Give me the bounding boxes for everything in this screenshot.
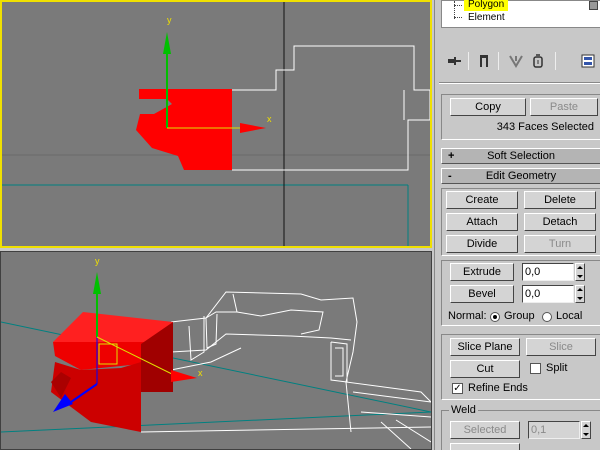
detach-button[interactable]: Detach	[524, 213, 596, 231]
extrude-bevel-box: Extrude 0,0 Bevel 0,0 Normal: Group Loca…	[441, 260, 600, 326]
weld-group-label: Weld	[449, 404, 478, 416]
wireframe-mesh	[140, 291, 431, 449]
bevel-button[interactable]: Bevel	[450, 285, 514, 303]
delete-button[interactable]: Delete	[524, 191, 596, 209]
selection-clipboard-box: Copy Paste 343 Faces Selected	[441, 94, 600, 140]
create-button[interactable]: Create	[446, 191, 518, 209]
rollout-edit-geometry[interactable]: - Edit Geometry	[441, 168, 600, 184]
spinner-arrows[interactable]	[575, 285, 585, 303]
weld-group-box: Selected 0,1	[441, 410, 600, 450]
modifier-stack-toolbar	[443, 50, 599, 74]
make-unique-icon[interactable]	[505, 50, 527, 72]
weld-threshold-input[interactable]: 0,1	[528, 421, 580, 439]
normal-group-radio[interactable]	[490, 312, 500, 322]
viewport-perspective-scene: y x	[1, 256, 431, 449]
rollout-title: Edit Geometry	[485, 170, 557, 182]
refine-ends-label: Refine Ends	[468, 382, 528, 394]
gizmo-x-arrow-icon[interactable]	[240, 123, 266, 133]
toolbar-separator	[555, 52, 556, 70]
extrude-button[interactable]: Extrude	[450, 263, 514, 281]
rollout-soft-selection[interactable]: + Soft Selection	[441, 148, 600, 164]
gizmo-y-arrow-icon[interactable]	[93, 272, 101, 294]
pin-stack-icon[interactable]	[443, 50, 465, 72]
panel-divider	[439, 82, 600, 84]
weld-target-button[interactable]	[450, 443, 520, 450]
selection-status-text: 343 Faces Selected	[496, 121, 594, 133]
spinner-arrows[interactable]	[575, 263, 585, 281]
attach-button[interactable]: Attach	[446, 213, 518, 231]
normal-group-label: Group	[504, 310, 535, 322]
gizmo-x-label: x	[198, 368, 203, 378]
paste-button[interactable]: Paste	[530, 98, 598, 116]
normal-local-radio[interactable]	[542, 312, 552, 322]
slice-plane-button[interactable]: Slice Plane	[450, 338, 520, 356]
command-panel: Polygon Element Copy Paste 343 Faces Sel…	[434, 0, 600, 450]
gizmo-y-label: y	[95, 256, 100, 266]
viewport-perspective[interactable]: y x	[0, 251, 432, 450]
gizmo-x-label: x	[267, 114, 272, 124]
rollout-title: Soft Selection	[487, 150, 555, 162]
toolbar-separator	[498, 52, 499, 70]
viewport-top-scene: y x	[2, 2, 430, 246]
slice-button[interactable]: Slice	[526, 338, 596, 356]
edit-geometry-box: Create Delete Attach Detach Divide Turn	[441, 188, 600, 256]
wireframe-outline	[232, 45, 430, 171]
configure-modifier-sets-icon[interactable]	[577, 50, 599, 72]
copy-button[interactable]: Copy	[450, 98, 526, 116]
remove-modifier-icon[interactable]	[527, 50, 549, 72]
toolbar-separator	[468, 52, 469, 70]
gizmo-y-arrow-icon[interactable]	[163, 32, 171, 54]
turn-button[interactable]: Turn	[524, 235, 596, 253]
refine-ends-checkbox[interactable]: ✓	[452, 383, 463, 394]
slice-cut-box: Slice Plane Slice Cut Split ✓ Refine End…	[441, 334, 600, 400]
extrude-amount-input[interactable]: 0,0	[522, 263, 574, 281]
selected-faces[interactable]	[136, 89, 232, 170]
cut-button[interactable]: Cut	[450, 360, 520, 378]
tree-connector	[454, 17, 462, 18]
bevel-amount-input[interactable]: 0,0	[522, 285, 574, 303]
viewport-top[interactable]: y x	[0, 0, 432, 248]
tree-connector	[454, 5, 462, 6]
gizmo-x-arrow-icon[interactable]	[171, 370, 197, 382]
grid-teal-line-2	[1, 411, 431, 433]
gizmo-y-label: y	[167, 15, 172, 25]
normal-local-label: Local	[556, 310, 583, 322]
sub-object-tree: Polygon Element	[441, 0, 600, 28]
show-end-result-icon[interactable]	[473, 50, 495, 72]
split-checkbox[interactable]	[530, 363, 541, 374]
divide-button[interactable]: Divide	[446, 235, 518, 253]
tree-item-element[interactable]: Element	[464, 12, 509, 24]
normal-label: Normal:	[448, 310, 487, 322]
tree-scroll-button[interactable]	[589, 1, 598, 10]
tree-item-polygon[interactable]: Polygon	[464, 0, 509, 11]
weld-selected-button[interactable]: Selected	[450, 421, 520, 439]
split-label: Split	[546, 362, 568, 374]
spinner-arrows[interactable]	[581, 421, 591, 439]
